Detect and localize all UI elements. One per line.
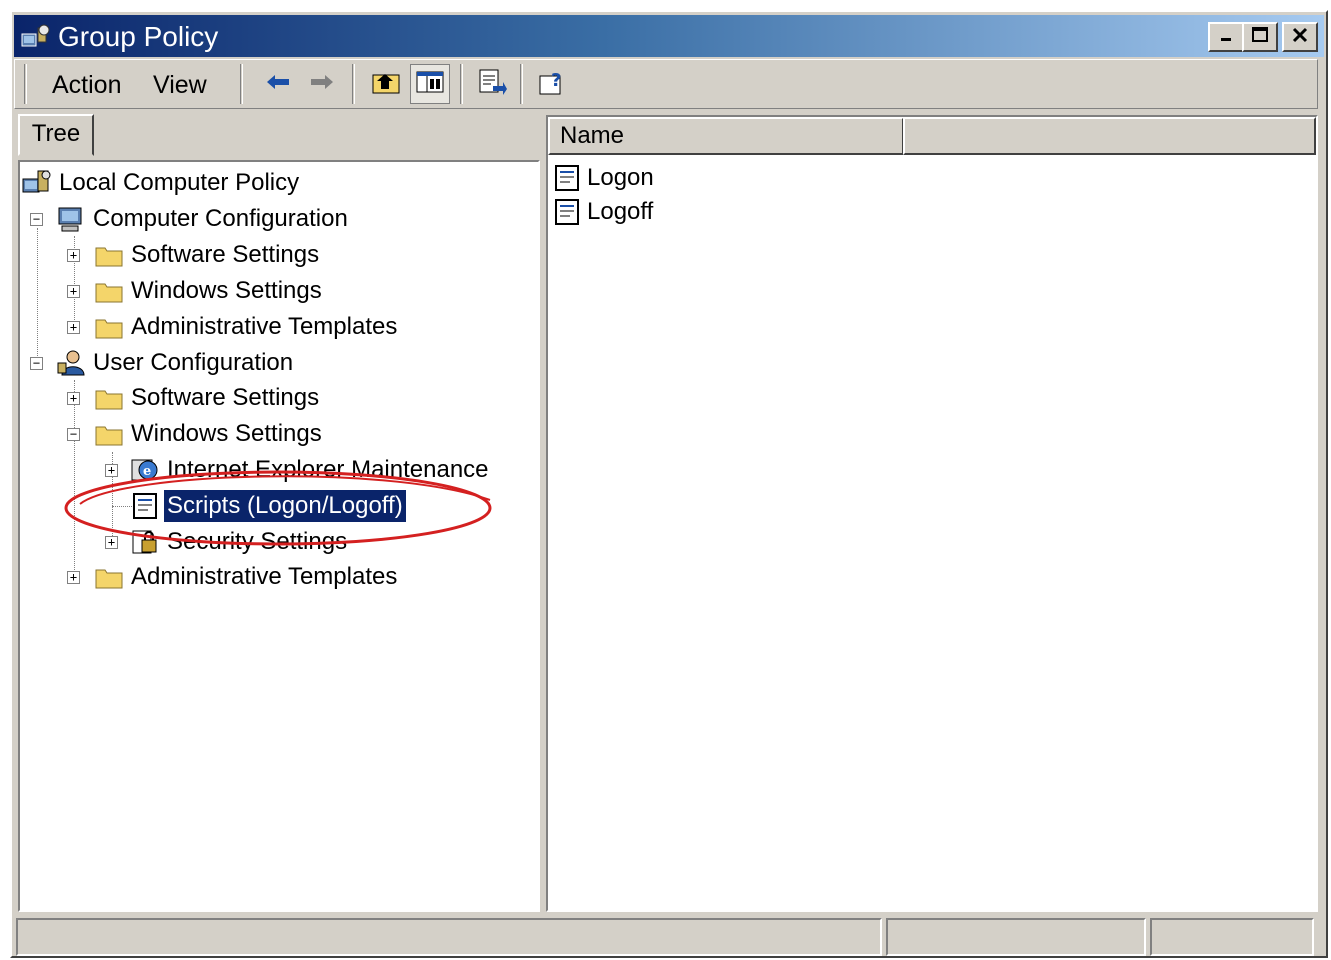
expand-icon[interactable]: + <box>105 464 118 477</box>
tree-label: Software Settings <box>131 384 320 411</box>
tree-item-user-windows-settings[interactable]: Windows Settings <box>94 417 325 451</box>
expand-icon[interactable]: + <box>67 571 80 584</box>
expand-icon[interactable]: + <box>67 321 80 334</box>
tree-label: Windows Settings <box>131 277 322 304</box>
close-button[interactable] <box>1282 22 1318 52</box>
help-button[interactable]: ? <box>532 64 572 104</box>
help-icon: ? <box>537 68 567 101</box>
group-policy-app-icon[interactable] <box>20 22 52 52</box>
list-item-logoff[interactable]: Logoff <box>552 195 656 229</box>
tree-label-selected: Scripts (Logon/Logoff) <box>163 489 407 523</box>
folder-icon <box>94 240 124 270</box>
up-folder-icon <box>371 69 401 100</box>
script-icon <box>130 491 160 521</box>
folder-icon <box>94 562 124 592</box>
tree-label: Local Computer Policy <box>59 169 300 196</box>
tree-label: Software Settings <box>131 241 320 268</box>
tree-item-user-configuration[interactable]: User Configuration <box>56 346 296 380</box>
tree-connector <box>37 228 38 364</box>
tree-item-computer-administrative-templates[interactable]: Administrative Templates <box>94 310 400 344</box>
toolbar-separator <box>352 64 355 104</box>
tree-item-computer-windows-settings[interactable]: Windows Settings <box>94 274 325 308</box>
status-bar-main <box>16 918 882 956</box>
expand-icon[interactable]: + <box>105 536 118 549</box>
tree-label: Internet Explorer Maintenance <box>167 456 489 483</box>
tree-item-user-software-settings[interactable]: Software Settings <box>94 381 322 415</box>
collapse-icon[interactable]: − <box>67 428 80 441</box>
tree-item-security-settings[interactable]: Security Settings <box>130 525 350 559</box>
expand-icon[interactable]: + <box>67 249 80 262</box>
list-item-logon[interactable]: Logon <box>552 161 657 195</box>
collapse-icon[interactable]: − <box>30 357 43 370</box>
tree-item-user-administrative-templates[interactable]: Administrative Templates <box>94 560 400 594</box>
folder-icon <box>94 312 124 342</box>
maximize-button[interactable] <box>1242 22 1278 52</box>
toolbar-separator <box>240 64 243 104</box>
status-bar-panel <box>1150 918 1314 956</box>
folder-open-icon <box>94 419 124 449</box>
column-header-name[interactable]: Name <box>548 117 904 155</box>
show-hide-tree-button[interactable] <box>410 64 450 104</box>
tree-item-scripts-logon-logoff[interactable]: Scripts (Logon/Logoff) <box>130 489 407 523</box>
tree-label: User Configuration <box>93 349 294 376</box>
tree-label: Computer Configuration <box>93 205 348 232</box>
list-item-label: Logoff <box>587 198 654 225</box>
toolbar-separator <box>460 64 463 104</box>
toolbar-separator <box>520 64 523 104</box>
menu-action[interactable]: Action <box>52 68 121 102</box>
computer-icon <box>56 204 86 234</box>
back-arrow-icon <box>263 72 293 97</box>
tree-item-local-computer-policy[interactable]: Local Computer Policy <box>22 166 302 200</box>
user-icon <box>56 348 86 378</box>
collapse-icon[interactable]: − <box>30 213 43 226</box>
export-list-icon <box>477 68 507 101</box>
back-button[interactable] <box>258 64 298 104</box>
window-title: Group Policy <box>58 21 219 52</box>
maximize-icon <box>1251 26 1269 48</box>
tree-connector <box>112 506 132 507</box>
script-icon <box>552 163 582 193</box>
toolbar-grip[interactable] <box>24 64 27 104</box>
list-item-label: Logon <box>587 164 654 191</box>
policy-computer-icon <box>22 168 52 198</box>
expand-icon[interactable]: + <box>67 392 80 405</box>
menu-view[interactable]: View <box>153 68 207 102</box>
internet-explorer-icon: e <box>130 455 160 485</box>
show-hide-tree-icon <box>415 69 445 100</box>
status-bar-panel <box>886 918 1146 956</box>
close-icon <box>1292 27 1308 48</box>
forward-button[interactable] <box>302 64 342 104</box>
minimize-icon <box>1218 27 1234 48</box>
tree-item-computer-software-settings[interactable]: Software Settings <box>94 238 322 272</box>
script-icon <box>552 197 582 227</box>
minimize-button[interactable] <box>1208 22 1244 52</box>
tree-item-internet-explorer-maintenance[interactable]: e Internet Explorer Maintenance <box>130 453 492 487</box>
tree-label: Security Settings <box>167 528 348 555</box>
folder-icon <box>94 383 124 413</box>
export-list-button[interactable] <box>472 64 512 104</box>
tree-item-computer-configuration[interactable]: Computer Configuration <box>56 202 351 236</box>
tree-connector <box>74 380 75 578</box>
tab-tree[interactable]: Tree <box>18 114 94 156</box>
tree-label: Windows Settings <box>131 420 322 447</box>
toolbar <box>14 59 1318 109</box>
folder-icon <box>94 276 124 306</box>
expand-icon[interactable]: + <box>67 285 80 298</box>
column-header-empty[interactable] <box>903 117 1316 155</box>
tree-label: Administrative Templates <box>131 313 398 340</box>
svg-text:?: ? <box>551 70 561 91</box>
up-one-level-button[interactable] <box>366 64 406 104</box>
tree-label: Administrative Templates <box>131 563 398 590</box>
forward-arrow-icon <box>307 72 337 97</box>
list-pane[interactable] <box>546 115 1318 912</box>
security-settings-icon <box>130 527 160 557</box>
svg-text:e: e <box>143 464 151 479</box>
